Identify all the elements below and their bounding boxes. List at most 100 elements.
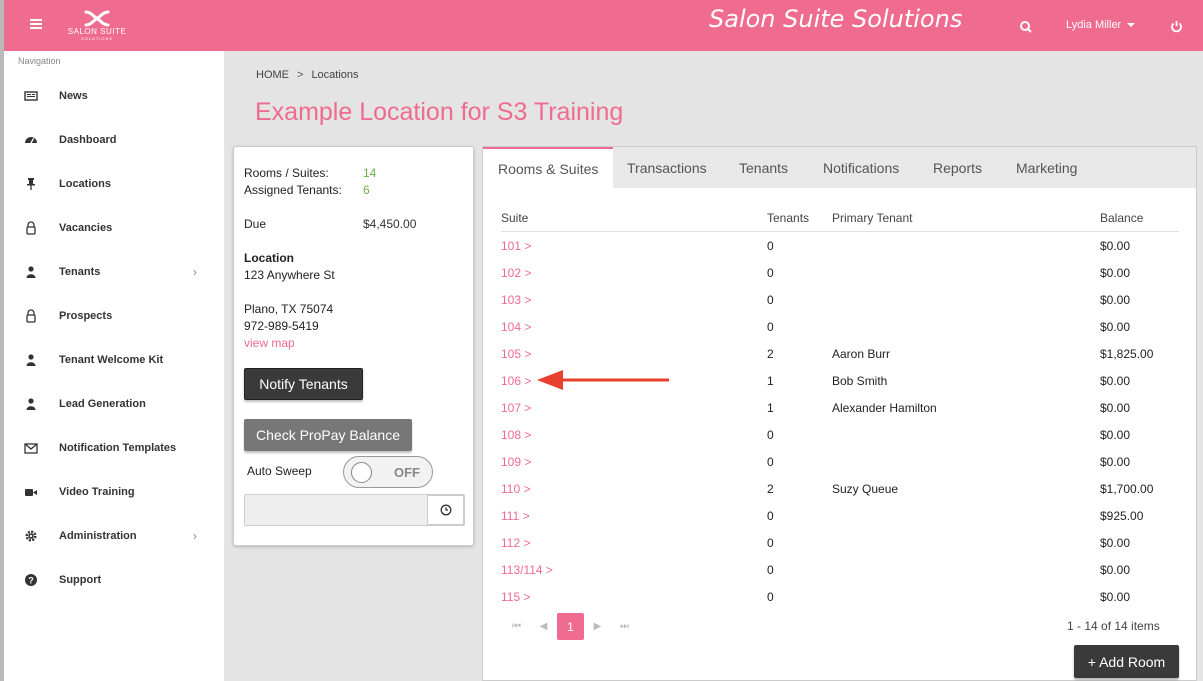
breadcrumb-home[interactable]: HOME [256, 69, 289, 81]
suite-link[interactable]: 104 > [501, 320, 531, 334]
suite-link[interactable]: 111 > [501, 509, 530, 523]
prev-page-icon[interactable]: ◀ [530, 613, 557, 640]
question-icon: ? [25, 574, 37, 586]
logo-subtext: SOLUTIONS [80, 36, 114, 41]
dashboard-icon [25, 137, 37, 144]
tenant-count: 0 [767, 266, 774, 280]
balance-value: $0.00 [1100, 401, 1131, 415]
suite-link[interactable]: 107 > [501, 401, 531, 415]
tenant-count: 2 [767, 482, 774, 496]
tenant-count: 1 [767, 401, 774, 415]
suite-link[interactable]: 108 > [501, 428, 531, 442]
tenant-count: 0 [767, 590, 774, 604]
column-header-balance[interactable]: Balance [1100, 211, 1143, 225]
sidebar-item-news[interactable]: News [4, 74, 224, 118]
suite-link[interactable]: 103 > [501, 293, 531, 307]
sidebar-item-label: Tenant Welcome Kit [59, 354, 164, 366]
tenant-count: 0 [767, 293, 774, 307]
sidebar-item-administration[interactable]: Administration › [4, 514, 224, 558]
primary-tenant: Bob Smith [832, 374, 888, 388]
clock-icon [440, 504, 451, 516]
video-icon [25, 489, 37, 496]
suite-link[interactable]: 106 > [501, 374, 531, 388]
tab-rooms-suites[interactable]: Rooms & Suites [483, 147, 614, 188]
nav-label: Navigation [18, 56, 61, 66]
clock-button[interactable] [427, 495, 464, 525]
next-page-icon[interactable]: ▶ [584, 613, 611, 640]
balance-value: $0.00 [1100, 293, 1131, 307]
hamburger-menu-icon[interactable] [30, 19, 42, 29]
sidebar-item-tenants[interactable]: Tenants › [4, 250, 224, 294]
tab-transactions[interactable]: Transactions [612, 147, 722, 188]
column-header-suite[interactable]: Suite [501, 211, 528, 225]
sidebar-item-video-training[interactable]: Video Training [4, 470, 224, 514]
location-info-card: Rooms / Suites: 14 Assigned Tenants: 6 D… [233, 146, 474, 546]
auto-sweep-toggle[interactable]: OFF [343, 456, 433, 488]
sidebar-item-label: Dashboard [59, 134, 117, 146]
chevron-right-icon: › [193, 265, 197, 279]
balance-value: $0.00 [1100, 590, 1131, 604]
tab-reports[interactable]: Reports [918, 147, 997, 188]
auto-sweep-label: Auto Sweep [247, 464, 312, 478]
search-icon[interactable] [1019, 20, 1033, 34]
sidebar-item-label: Video Training [59, 486, 135, 498]
tenant-count: 0 [767, 320, 774, 334]
sidebar-item-tenant-welcome-kit[interactable]: Tenant Welcome Kit [4, 338, 224, 382]
page-title: Example Location for S3 Training [255, 98, 624, 126]
toggle-knob [351, 462, 372, 483]
sidebar-item-notification-templates[interactable]: Notification Templates [4, 426, 224, 470]
balance-value: $0.00 [1100, 455, 1131, 469]
chevron-right-icon: › [193, 529, 197, 543]
balance-value: $1,825.00 [1100, 347, 1154, 361]
lock-icon [26, 221, 36, 235]
sidebar-item-label: Notification Templates [59, 442, 177, 454]
check-propay-balance-button[interactable]: Check ProPay Balance [244, 419, 412, 451]
balance-value: $0.00 [1100, 239, 1131, 253]
primary-tenant: Suzy Queue [832, 482, 899, 496]
tenant-count: 0 [767, 239, 774, 253]
suite-link[interactable]: 110 > [501, 482, 530, 496]
column-header-primary-tenant[interactable]: Primary Tenant [832, 211, 912, 225]
suite-link[interactable]: 101 > [501, 239, 531, 253]
rooms-tabs-panel: Rooms & Suites Transactions Tenants Noti… [482, 146, 1197, 681]
balance-value: $0.00 [1100, 374, 1131, 388]
suite-link[interactable]: 112 > [501, 536, 530, 550]
user-menu[interactable]: Lydia Miller [1066, 19, 1136, 31]
breadcrumb-current: Locations [311, 69, 359, 81]
suite-link[interactable]: 113/114 > [501, 563, 553, 577]
notify-tenants-button[interactable]: Notify Tenants [244, 368, 363, 400]
sidebar-item-prospects[interactable]: Prospects [4, 294, 224, 338]
suite-link[interactable]: 102 > [501, 266, 531, 280]
tab-tenants[interactable]: Tenants [724, 147, 803, 188]
tab-marketing[interactable]: Marketing [1001, 147, 1092, 188]
view-map-link[interactable]: view map [244, 336, 295, 350]
add-room-button[interactable]: + Add Room [1074, 645, 1179, 678]
logo[interactable]: SALON SUITE SOLUTIONS [64, 10, 130, 46]
sidebar-item-vacancies[interactable]: Vacancies [4, 206, 224, 250]
rooms-value: 14 [363, 166, 377, 180]
column-header-tenants[interactable]: Tenants [767, 211, 809, 225]
app-title: Salon Suite Solutions [709, 5, 963, 33]
tab-notifications[interactable]: Notifications [808, 147, 914, 188]
suite-link[interactable]: 109 > [501, 455, 531, 469]
first-page-icon[interactable]: ⏮ [503, 613, 530, 640]
sidebar-item-dashboard[interactable]: Dashboard [4, 118, 224, 162]
sidebar-item-lead-generation[interactable]: Lead Generation [4, 382, 224, 426]
last-page-icon[interactable]: ⏭ [611, 613, 638, 640]
power-icon[interactable] [1170, 20, 1183, 33]
sidebar-item-support[interactable]: ? Support [4, 558, 224, 602]
suite-link[interactable]: 105 > [501, 347, 531, 361]
tenant-count: 1 [767, 374, 774, 388]
balance-value: $925.00 [1100, 509, 1144, 523]
phone-number: 972-989-5419 [244, 319, 319, 333]
balance-value: $0.00 [1100, 428, 1131, 442]
suite-link[interactable]: 115 > [501, 590, 530, 604]
sidebar-item-label: Administration [59, 530, 137, 542]
toggle-state: OFF [394, 465, 420, 480]
annotation-arrow [537, 370, 669, 390]
newspaper-icon [24, 91, 38, 101]
page-number-button[interactable]: 1 [557, 613, 584, 640]
balance-value: $0.00 [1100, 536, 1131, 550]
sidebar-item-label: Lead Generation [59, 398, 146, 410]
sidebar-item-locations[interactable]: Locations [4, 162, 224, 206]
